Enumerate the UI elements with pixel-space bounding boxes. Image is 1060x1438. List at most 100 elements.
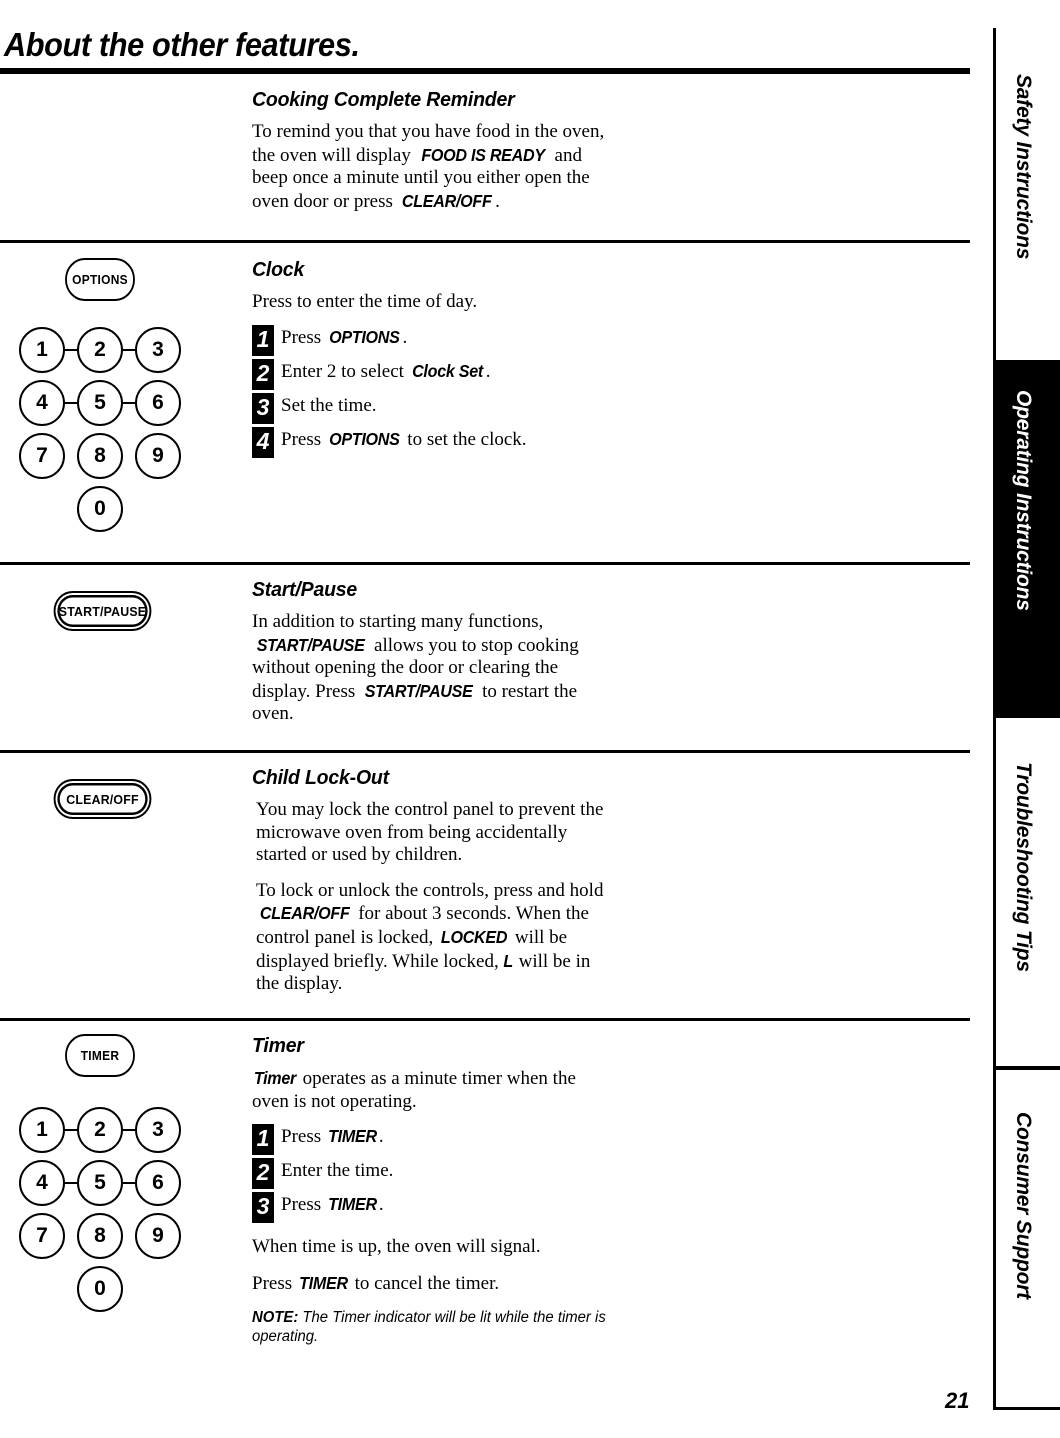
key-timer[interactable]: TIMER	[65, 1034, 135, 1077]
command-clock-set: Clock Set	[411, 360, 483, 381]
manual-page: About the other features. Cooking Comple…	[0, 0, 1060, 1438]
text-run: Press	[252, 1272, 297, 1294]
text-run: Enter 2 to select	[281, 360, 409, 382]
child-lock-text: Child Lock-Out You may lock the control …	[252, 766, 612, 1009]
section-divider-4	[0, 1018, 970, 1021]
step-number: 3	[252, 1192, 274, 1224]
text-run: Press	[281, 1126, 326, 1148]
child-lock-paragraph-2: To lock or unlock the controls, press an…	[252, 880, 612, 996]
text-run: To lock or unlock the controls, press an…	[256, 879, 604, 901]
key-options[interactable]: OPTIONS	[65, 258, 135, 301]
timer-intro: Timer operates as a minute timer when th…	[252, 1067, 612, 1113]
text-run: .	[495, 190, 500, 212]
command-start-pause: START/PAUSE	[256, 634, 365, 655]
key-digit-4[interactable]: 4	[19, 1160, 65, 1206]
side-tab-rail: Safety Instructions Operating Instructio…	[993, 0, 1060, 1438]
command-clear-off: CLEAR/OFF	[259, 903, 350, 924]
note-body: The Timer indicator will be lit while th…	[252, 1309, 606, 1346]
button-clear-off[interactable]: CLEAR/OFF	[53, 779, 152, 819]
key-digit-5[interactable]: 5	[77, 380, 123, 426]
command-food-is-ready: FOOD IS READY	[420, 144, 545, 165]
key-digit-8[interactable]: 8	[77, 433, 123, 479]
child-lock-paragraph-1: You may lock the control panel to preven…	[256, 799, 604, 866]
section-divider-3	[0, 750, 970, 753]
key-digit-4[interactable]: 4	[19, 380, 65, 426]
key-digit-7[interactable]: 7	[19, 1213, 65, 1259]
keypad-timer: TIMER 1 2 3 4 5 6 7 8 9 0	[0, 1034, 200, 1312]
step-text: Enter the time.	[281, 1158, 393, 1182]
key-digit-0[interactable]: 0	[77, 1266, 123, 1312]
text-run: Press	[281, 326, 326, 348]
timer-text: Timer Timer operates as a minute timer w…	[252, 1034, 612, 1346]
page-number: 21	[945, 1388, 970, 1413]
title-rule	[0, 68, 970, 74]
child-lock-heading: Child Lock-Out	[252, 766, 389, 789]
text-run: to set the clock.	[402, 428, 527, 450]
timer-heading: Timer	[252, 1034, 304, 1057]
tab-consumer-support[interactable]: Consumer Support	[1011, 1112, 1035, 1299]
key-digit-9[interactable]: 9	[135, 1213, 181, 1259]
key-digit-1[interactable]: 1	[19, 327, 65, 373]
command-l: L	[503, 950, 514, 971]
key-digit-2[interactable]: 2	[77, 1107, 123, 1153]
key-digit-3[interactable]: 3	[135, 327, 181, 373]
keypad-clock: OPTIONS 1 2 3 4 5 6 7 8 9 0	[0, 258, 200, 532]
rail-vertical-rule	[993, 28, 996, 1408]
text-run: Press	[281, 428, 326, 450]
key-digit-3[interactable]: 3	[135, 1107, 181, 1153]
step-number: 1	[252, 1124, 274, 1156]
text-run: .	[485, 360, 491, 382]
step-text: Press TIMER.	[281, 1192, 384, 1216]
button-start-pause[interactable]: START/PAUSE	[53, 591, 152, 631]
key-digit-6[interactable]: 6	[135, 380, 181, 426]
rail-bottom-rule	[993, 1407, 1060, 1410]
key-digit-1[interactable]: 1	[19, 1107, 65, 1153]
step-number: 3	[252, 392, 274, 424]
command-timer: Timer	[253, 1068, 297, 1088]
section-divider-2	[0, 562, 970, 565]
tab-safety-instructions[interactable]: Safety Instructions	[1011, 74, 1035, 259]
step-item: 2 Enter 2 to select Clock Set.	[252, 358, 612, 390]
key-digit-6[interactable]: 6	[135, 1160, 181, 1206]
key-digit-5[interactable]: 5	[77, 1160, 123, 1206]
text-run: In addition to starting many functions,	[252, 611, 544, 632]
key-digit-2[interactable]: 2	[77, 327, 123, 373]
clock-keypad-art: OPTIONS 1 2 3 4 5 6 7 8 9 0	[0, 258, 240, 532]
start-pause-art: START/PAUSE	[0, 578, 240, 648]
clock-intro: Press to enter the time of day.	[252, 291, 478, 312]
tab-troubleshooting-tips[interactable]: Troubleshooting Tips	[1011, 762, 1035, 972]
text-run: Set the time.	[281, 394, 377, 416]
child-lock-art: CLEAR/OFF	[0, 766, 240, 836]
timer-keypad-art: TIMER 1 2 3 4 5 6 7 8 9 0	[0, 1034, 240, 1312]
page-title: About the other features.	[4, 26, 360, 63]
step-number: 2	[252, 1158, 274, 1190]
step-text: Press OPTIONS to set the clock.	[281, 427, 527, 451]
step-item: 3 Press TIMER.	[252, 1192, 612, 1224]
tab-operating-instructions[interactable]: Operating Instructions	[1011, 390, 1035, 611]
command-clear-off: CLEAR/OFF	[401, 190, 492, 211]
command-start-pause: START/PAUSE	[364, 680, 473, 701]
timer-after-2: Press TIMER to cancel the timer.	[252, 1272, 612, 1296]
text-run: .	[378, 1126, 384, 1148]
command-options: OPTIONS	[328, 428, 400, 449]
step-item: 4 Press OPTIONS to set the clock.	[252, 426, 612, 458]
step-text: Set the time.	[281, 393, 377, 417]
timer-after-1: When time is up, the oven will signal.	[252, 1236, 541, 1258]
timer-steps: 1 Press TIMER. 2 Enter the time. 3 Press…	[252, 1124, 612, 1224]
step-number: 4	[252, 426, 274, 458]
key-digit-7[interactable]: 7	[19, 433, 65, 479]
start-pause-heading: Start/Pause	[252, 578, 358, 601]
text-run: Enter the time.	[281, 1160, 394, 1182]
step-item: 1 Press OPTIONS.	[252, 324, 612, 356]
key-digit-0[interactable]: 0	[77, 486, 123, 532]
section-divider-1	[0, 240, 970, 243]
start-pause-text: Start/Pause In addition to starting many…	[252, 578, 612, 739]
command-timer: TIMER	[327, 1126, 377, 1147]
cooking-complete-paragraph: To remind you that you have food in the …	[252, 121, 612, 213]
key-digit-9[interactable]: 9	[135, 433, 181, 479]
step-number: 1	[252, 324, 274, 356]
key-digit-8[interactable]: 8	[77, 1213, 123, 1259]
clock-heading: Clock	[252, 258, 305, 281]
command-options: OPTIONS	[328, 326, 400, 347]
clock-text: Clock Press to enter the time of day. 1 …	[252, 258, 612, 461]
